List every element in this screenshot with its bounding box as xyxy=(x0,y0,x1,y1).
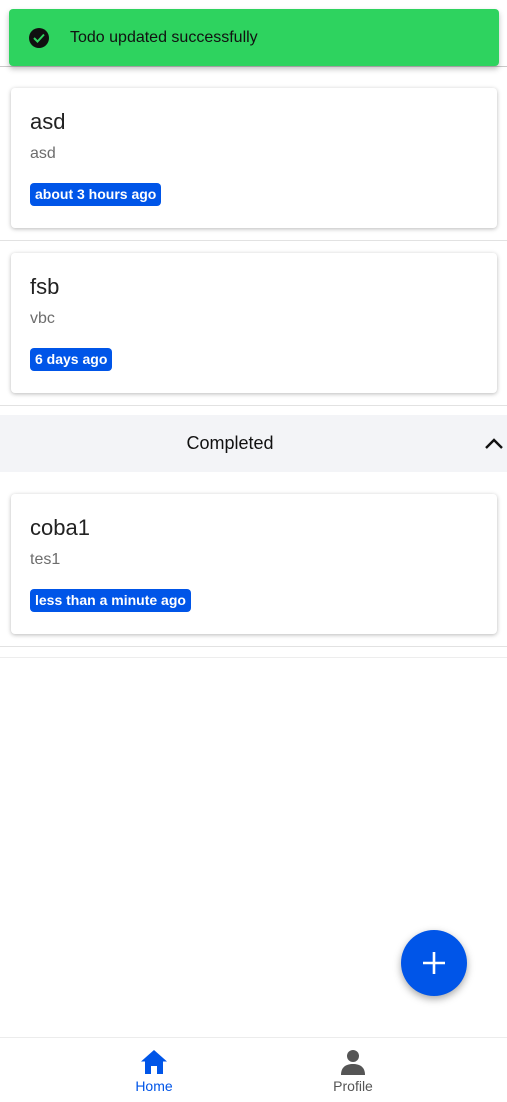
todo-time-badge: less than a minute ago xyxy=(30,589,191,612)
completed-todo-card[interactable]: coba1 tes1 less than a minute ago xyxy=(11,494,497,634)
todo-title: coba1 xyxy=(30,515,90,540)
todo-description: asd xyxy=(30,145,56,162)
chevron-up-icon[interactable] xyxy=(482,432,506,456)
nav-item-home[interactable]: Home xyxy=(94,1038,214,1102)
header-divider xyxy=(0,66,507,67)
person-icon xyxy=(341,1050,365,1075)
list-divider xyxy=(0,405,507,406)
nav-item-profile[interactable]: Profile xyxy=(293,1038,413,1102)
home-icon xyxy=(141,1050,167,1074)
nav-label-profile: Profile xyxy=(333,1078,373,1094)
toast-message: Todo updated successfully xyxy=(70,28,258,46)
bottom-navigation: Home Profile xyxy=(0,1037,507,1102)
app-screen: Todo updated successfully asd asd about … xyxy=(0,0,507,1102)
check-circle-icon xyxy=(29,27,49,48)
completed-section-header[interactable]: Completed xyxy=(0,415,507,472)
todo-title: asd xyxy=(30,109,66,134)
todo-description: vbc xyxy=(30,310,55,327)
todo-time-badge: about 3 hours ago xyxy=(30,183,162,206)
list-divider xyxy=(0,240,507,241)
todo-title: fsb xyxy=(30,274,60,299)
list-divider xyxy=(0,646,507,647)
list-divider xyxy=(0,657,507,658)
todo-description: tes1 xyxy=(30,551,61,568)
todo-card[interactable]: fsb vbc 6 days ago xyxy=(11,253,497,393)
todo-card[interactable]: asd asd about 3 hours ago xyxy=(11,88,497,228)
plus-icon xyxy=(423,952,445,974)
completed-section-label: Completed xyxy=(186,433,274,453)
success-toast[interactable]: Todo updated successfully xyxy=(9,9,499,66)
add-todo-button[interactable] xyxy=(401,930,467,996)
todo-time-badge: 6 days ago xyxy=(30,348,113,371)
nav-label-home: Home xyxy=(135,1078,173,1094)
